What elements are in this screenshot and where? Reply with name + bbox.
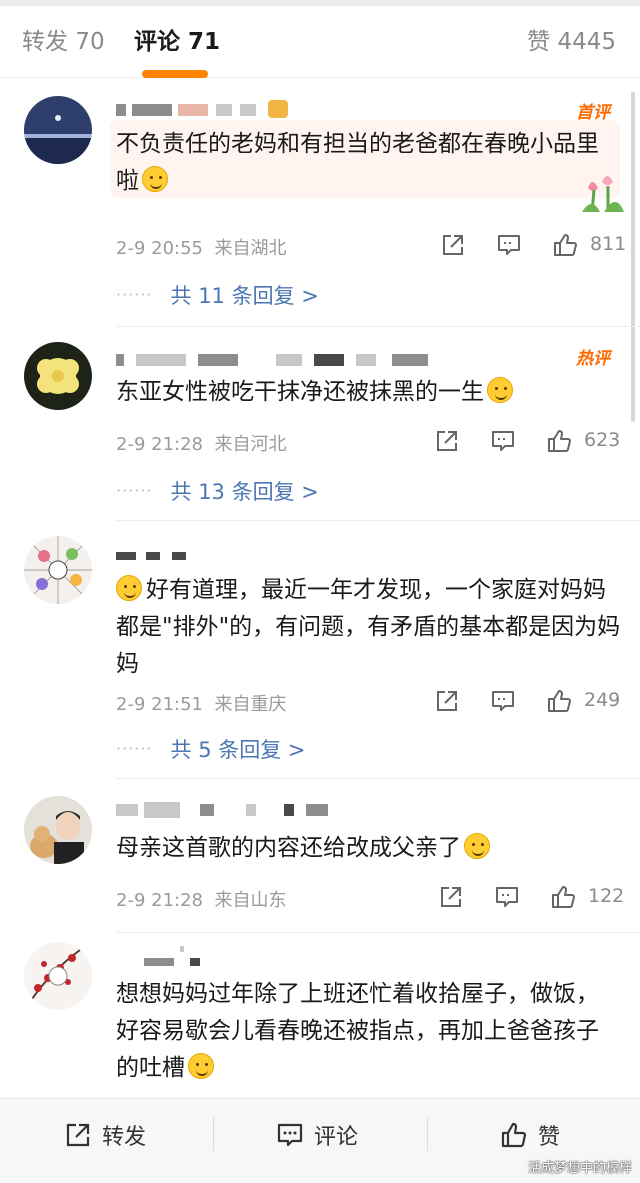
- emoji-icon: [116, 575, 142, 601]
- username-redacted[interactable]: [116, 800, 416, 818]
- comment-actions: 122: [438, 882, 625, 912]
- comment-icon[interactable]: [490, 686, 516, 716]
- comment-text: 想想妈妈过年除了上班还忙着收拾屋子，做饭，好容易歇会儿看春晚还被指点，再加上爸爸…: [116, 981, 599, 1081]
- emoji-icon: [487, 377, 513, 403]
- avatar[interactable]: [24, 96, 92, 164]
- share-icon[interactable]: [434, 426, 460, 456]
- repost-button[interactable]: 转发: [64, 1119, 146, 1151]
- view-replies-link[interactable]: ······ 共 13 条回复 >: [116, 476, 319, 506]
- share-icon[interactable]: [440, 230, 466, 260]
- comment-text: 东亚女性被吃干抹净还被抹黑的一生: [116, 374, 621, 411]
- hot-comment-badge: 热评: [576, 349, 610, 369]
- thumbs-up-icon[interactable]: [546, 686, 572, 716]
- comment-meta: 2-9 21:51 来自重庆: [116, 694, 287, 715]
- comment-icon[interactable]: [496, 230, 522, 260]
- thumbs-up-icon: [501, 1122, 527, 1148]
- tab-repost[interactable]: 转发 70: [22, 26, 105, 58]
- emoji-icon: [188, 1053, 214, 1079]
- avatar[interactable]: [24, 342, 92, 410]
- like-label: 赞: [538, 1125, 561, 1150]
- share-icon: [66, 1123, 90, 1147]
- separator: [213, 1117, 214, 1151]
- username-redacted[interactable]: [116, 100, 416, 118]
- divider: [116, 778, 640, 779]
- divider: [116, 326, 640, 327]
- comment-icon: [277, 1123, 303, 1147]
- view-replies-link[interactable]: ······ 共 11 条回复 >: [116, 280, 319, 310]
- username-redacted[interactable]: [116, 350, 428, 368]
- separator: [427, 1117, 428, 1151]
- comment-meta: 2-9 21:28 来自河北: [116, 434, 287, 455]
- avatar[interactable]: [24, 796, 92, 864]
- avatar[interactable]: [24, 942, 92, 1010]
- watermark: 活成梦想中的模样: [527, 1161, 632, 1176]
- emoji-icon: [142, 166, 168, 192]
- share-icon[interactable]: [438, 882, 464, 912]
- thumbs-up-icon[interactable]: [546, 426, 572, 456]
- top-comment-badge: 首评: [576, 103, 610, 123]
- comment-text: 母亲这首歌的内容还给改成父亲了: [116, 830, 621, 867]
- divider: [116, 932, 640, 933]
- avatar[interactable]: [24, 536, 92, 604]
- comment-actions: 249: [434, 686, 621, 716]
- tab-bar: 转发 70 评论 71 赞 4445: [0, 6, 640, 78]
- like-count: 623: [584, 429, 621, 451]
- comment-meta: 2-9 20:55 来自湖北: [116, 238, 287, 259]
- thumbs-up-icon[interactable]: [552, 230, 578, 260]
- comment-text: 好有道理，最近一年才发现，一个家庭对妈妈都是"排外"的，有问题，有矛盾的基本都是…: [116, 575, 621, 677]
- comment-icon[interactable]: [494, 882, 520, 912]
- like-count: 811: [590, 233, 627, 255]
- view-replies-link[interactable]: ······ 共 5 条回复 >: [116, 734, 306, 764]
- username-redacted[interactable]: [116, 946, 416, 968]
- comment-actions: 811: [440, 230, 627, 260]
- like-count: 122: [588, 885, 625, 907]
- comment-text: 不负责任的老妈和有担当的老爸都在春晚小品里啦: [116, 131, 599, 194]
- emoji-icon: [464, 833, 490, 859]
- like-button[interactable]: 赞: [500, 1119, 560, 1151]
- thumbs-up-icon[interactable]: [550, 882, 576, 912]
- repost-label: 转发: [102, 1125, 147, 1150]
- tulip-sticker-icon: [578, 168, 628, 216]
- comment-button[interactable]: 评论: [276, 1119, 640, 1151]
- comment-actions: 623: [434, 426, 621, 456]
- comment-label: 评论: [314, 1125, 359, 1150]
- username-redacted[interactable]: [116, 546, 416, 564]
- bottom-action-bar: 转发 评论 赞 活成梦想中的模样: [0, 1098, 640, 1183]
- tab-like[interactable]: 赞 4445: [527, 26, 616, 58]
- scrollbar[interactable]: [631, 92, 635, 422]
- comment-meta: 2-9 21:28 来自山东: [116, 890, 287, 911]
- like-count: 249: [584, 689, 621, 711]
- comment-icon[interactable]: [490, 426, 516, 456]
- tab-active-indicator: [142, 70, 208, 78]
- divider: [116, 520, 640, 521]
- share-icon[interactable]: [434, 686, 460, 716]
